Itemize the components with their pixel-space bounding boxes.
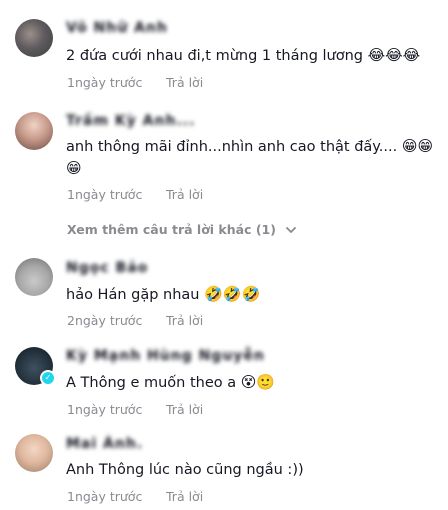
reply-button[interactable]: Trả lời: [166, 75, 203, 90]
emoji-grinning-icon: 😁😁: [401, 137, 434, 155]
avatar[interactable]: [15, 112, 53, 150]
emoji-grinning-icon: 😁: [66, 159, 82, 177]
chevron-down-icon: [286, 224, 297, 237]
comment-text-body: A Thông e muốn theo a: [66, 375, 237, 391]
comment-username[interactable]: Mai Ánh.: [66, 436, 143, 452]
comment-text-body: Anh Thông lúc nào cũng ngầu :)): [66, 462, 304, 478]
comment-text-body: anh thông mãi đỉnh...nhìn anh cao thật đ…: [66, 139, 398, 155]
comment-text: Anh Thông lúc nào cũng ngầu :)): [66, 459, 304, 481]
emoji-laughing-icon: 😂😂😂: [367, 46, 421, 64]
comment-text-body: hảo Hán gặp nhau: [66, 287, 200, 303]
comment-username[interactable]: Võ Nhữ Anh: [66, 20, 168, 36]
emoji-rofl-icon: 🤣🤣🤣: [204, 285, 261, 303]
verified-badge-icon: ✓: [40, 370, 56, 386]
comment-username[interactable]: Ngọc Bảo: [66, 260, 148, 276]
comment-time: 1ngày trước: [67, 489, 143, 504]
reply-button[interactable]: Trả lời: [166, 489, 203, 504]
comment-text: hảo Hán gặp nhau 🤣🤣🤣: [66, 283, 260, 306]
comment-text-body: 2 đứa cưới nhau đi,t mừng 1 tháng lương: [66, 48, 363, 64]
reply-button[interactable]: Trả lời: [166, 187, 203, 202]
comment-text: anh thông mãi đỉnh...nhìn anh cao thật đ…: [66, 135, 433, 158]
comment-text: 2 đứa cưới nhau đi,t mừng 1 tháng lương …: [66, 44, 420, 67]
comment-time: 2ngày trước: [67, 313, 143, 328]
comment-time: 1ngày trước: [67, 402, 143, 417]
comment-username[interactable]: Kỳ Mạnh Hùng Nguyễn: [66, 348, 265, 364]
avatar[interactable]: [15, 258, 53, 296]
reply-button[interactable]: Trả lời: [166, 313, 203, 328]
comment-username[interactable]: Trầm Kỳ Anh...: [66, 113, 195, 129]
comment-text-continued: 😁: [66, 157, 82, 180]
emoji-dizzy-icon: 😵🙂: [240, 373, 276, 391]
reply-button[interactable]: Trả lời: [166, 402, 203, 417]
avatar[interactable]: [15, 434, 53, 472]
view-more-replies-label: Xem thêm câu trả lời khác (1): [67, 222, 276, 237]
comment-time: 1ngày trước: [67, 75, 143, 90]
comment-text: A Thông e muốn theo a 😵🙂: [66, 371, 275, 394]
comment-time: 1ngày trước: [67, 187, 143, 202]
avatar[interactable]: [15, 19, 53, 57]
view-more-replies-button[interactable]: Xem thêm câu trả lời khác (1): [67, 222, 297, 237]
